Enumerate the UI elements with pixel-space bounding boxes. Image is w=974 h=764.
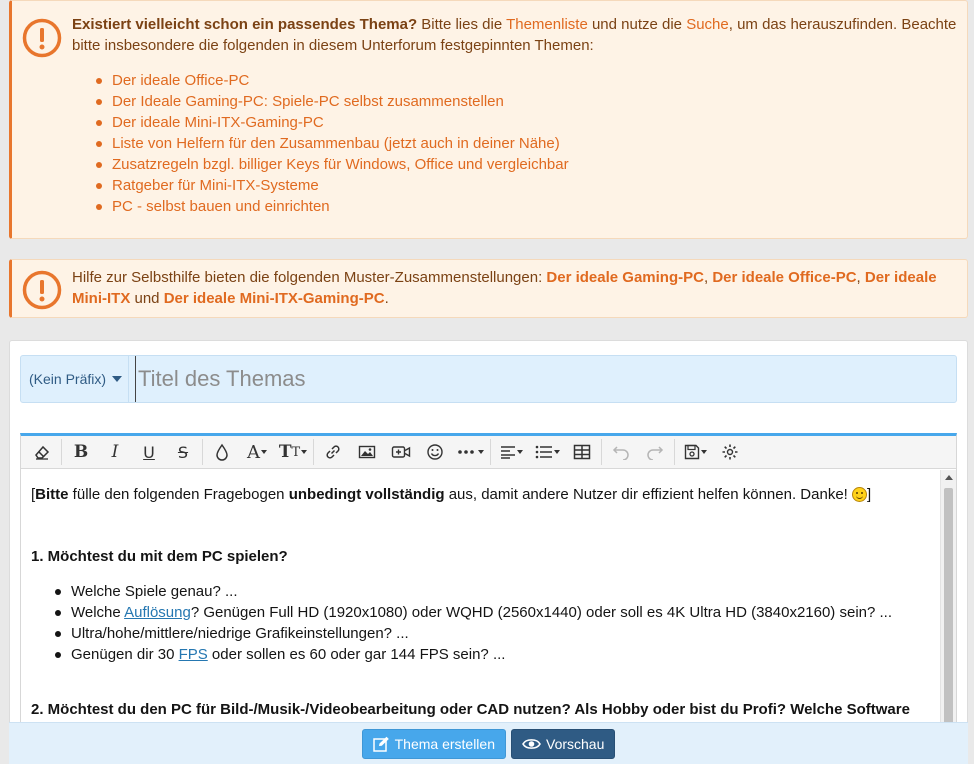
intro-line: [Bitte fülle den folgenden Fragebogen un… xyxy=(31,486,872,503)
eye-icon xyxy=(522,738,541,749)
list-icon[interactable] xyxy=(529,438,565,466)
edit-icon xyxy=(372,736,389,752)
more-icon[interactable] xyxy=(452,438,488,466)
gaming-pc-link[interactable]: Der ideale Gaming-PC xyxy=(546,269,704,286)
sticky-thread-link[interactable]: Der Ideale Gaming-PC: Spiele-PC selbst z… xyxy=(94,91,957,112)
strikethrough-icon[interactable]: S xyxy=(166,438,200,466)
sticky-thread-link[interactable]: Der ideale Office-PC xyxy=(94,70,957,91)
sticky-thread-link[interactable]: PC - selbst bauen und einrichten xyxy=(94,196,957,217)
notice-text: Hilfe zur Selbsthilfe bieten die folgend… xyxy=(72,269,937,307)
media-icon[interactable] xyxy=(384,438,418,466)
smiley-icon xyxy=(852,487,867,502)
create-thread-button[interactable]: Thema erstellen xyxy=(361,728,506,759)
editor-scrollbar[interactable] xyxy=(940,470,956,762)
question-heading: 1. Möchtest du mit dem PC spielen? xyxy=(31,548,288,565)
search-link[interactable]: Suche xyxy=(686,16,729,33)
question-heading: 2. Möchtest du den PC für Bild-/Musik-/V… xyxy=(31,701,910,718)
list-item: Welche Auflösung? Genügen Full HD (1920x… xyxy=(53,602,930,623)
sticky-thread-link[interactable]: Liste von Helfern für den Zusammenbau (j… xyxy=(94,133,957,154)
eraser-icon[interactable] xyxy=(25,438,59,466)
undo-icon[interactable] xyxy=(604,438,638,466)
prefix-select[interactable]: (Kein Präfix) xyxy=(21,356,129,402)
thread-title-input[interactable] xyxy=(135,356,956,402)
resolution-link[interactable]: Auflösung xyxy=(124,604,191,621)
sticky-thread-link[interactable]: Ratgeber für Mini-ITX-Systeme xyxy=(94,175,957,196)
redo-icon[interactable] xyxy=(638,438,672,466)
scroll-up-icon[interactable] xyxy=(945,475,953,480)
sticky-thread-link[interactable]: Zusatzregeln bzgl. billiger Keys für Win… xyxy=(94,154,957,175)
question-list: Welche Spiele genau? ... Welche Auflösun… xyxy=(31,581,930,665)
fps-link[interactable]: FPS xyxy=(179,646,208,663)
font-family-icon[interactable]: A xyxy=(239,438,275,466)
preview-button[interactable]: Vorschau xyxy=(511,728,616,759)
font-size-icon[interactable]: TT xyxy=(275,438,311,466)
align-icon[interactable] xyxy=(493,438,529,466)
list-item: Genügen dir 30 FPS oder sollen es 60 ode… xyxy=(53,644,930,665)
settings-icon[interactable] xyxy=(713,438,747,466)
sticky-thread-link[interactable]: Der ideale Mini-ITX-Gaming-PC xyxy=(94,112,957,133)
smilie-icon[interactable] xyxy=(418,438,452,466)
sticky-threads-notice: Existiert vielleicht schon ein passendes… xyxy=(9,0,968,239)
warning-circle-icon xyxy=(22,18,62,58)
notice-text: Existiert vielleicht schon ein passendes… xyxy=(72,16,957,217)
sticky-thread-list: Der ideale Office-PC Der Ideale Gaming-P… xyxy=(72,70,957,217)
list-item: Ultra/hohe/mittlere/niedrige Grafikeinst… xyxy=(53,623,930,644)
bold-icon[interactable]: B xyxy=(64,438,98,466)
new-thread-form: (Kein Präfix) B I U S A TT xyxy=(9,340,968,764)
link-icon[interactable] xyxy=(316,438,350,466)
form-submit-row: Thema erstellen Vorschau xyxy=(9,722,968,764)
drafts-icon[interactable] xyxy=(677,438,713,466)
editor-toolbar: B I U S A TT xyxy=(21,436,956,469)
threadlist-link[interactable]: Themenliste xyxy=(506,16,588,33)
underline-icon[interactable]: U xyxy=(132,438,166,466)
sample-builds-notice: Hilfe zur Selbsthilfe bieten die folgend… xyxy=(9,259,968,318)
table-icon[interactable] xyxy=(565,438,599,466)
text-color-icon[interactable] xyxy=(205,438,239,466)
scroll-thumb[interactable] xyxy=(944,488,953,728)
title-row: (Kein Präfix) xyxy=(20,355,957,403)
list-item: Welche Spiele genau? ... xyxy=(53,581,930,602)
mini-itx-gaming-link[interactable]: Der ideale Mini-ITX-Gaming-PC xyxy=(164,290,385,307)
rich-text-editor: B I U S A TT [Bitte fülle den folgenden … xyxy=(20,433,957,763)
notice-lead: Existiert vielleicht schon ein passendes… xyxy=(72,16,418,33)
chevron-down-icon xyxy=(112,376,123,382)
image-icon[interactable] xyxy=(350,438,384,466)
office-pc-link[interactable]: Der ideale Office-PC xyxy=(712,269,856,286)
italic-icon[interactable]: I xyxy=(98,438,132,466)
warning-circle-icon xyxy=(22,270,62,310)
editor-content[interactable]: [Bitte fülle den folgenden Fragebogen un… xyxy=(21,470,940,762)
